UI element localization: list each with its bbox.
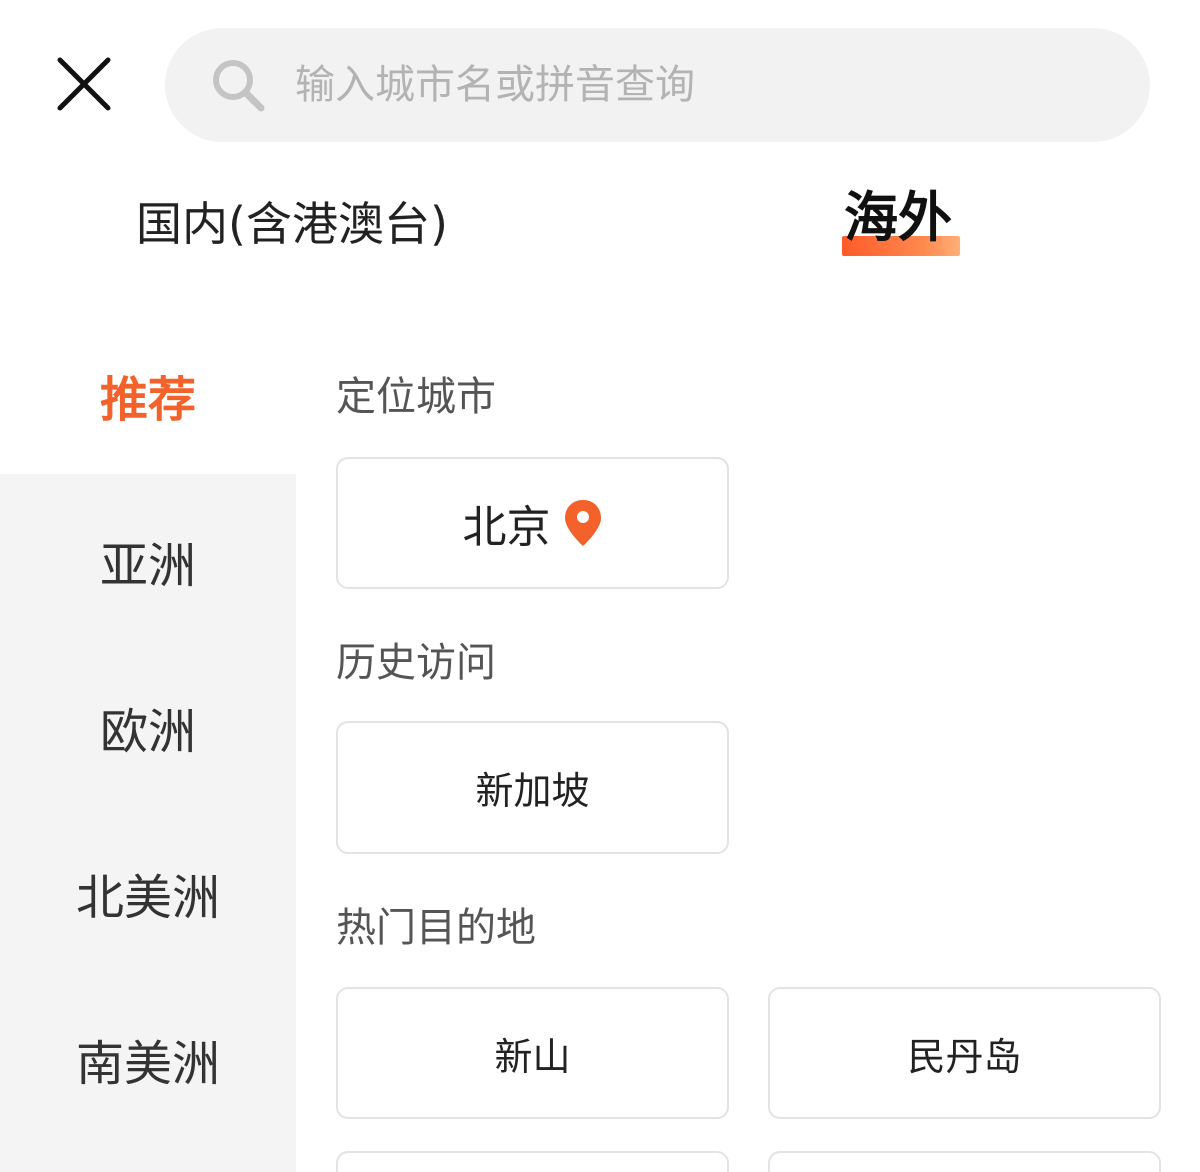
tab-domestic[interactable]: 国内(含港澳台) <box>136 188 448 254</box>
section-title-hot: 热门目的地 <box>336 905 536 951</box>
close-button[interactable] <box>52 52 116 116</box>
city-selector-page: 国内(含港澳台) 海外 推荐 亚洲 欧洲 北美洲 南美洲 定位城市 北京 历史访… <box>0 0 1200 1172</box>
section-title-history: 历史访问 <box>336 640 496 686</box>
hot-city-name: 民丹岛 <box>907 1034 1022 1079</box>
category-europe[interactable]: 欧洲 <box>0 692 296 762</box>
close-icon <box>57 57 111 111</box>
category-asia[interactable]: 亚洲 <box>0 526 296 596</box>
section-title-located: 定位城市 <box>336 374 496 420</box>
tab-overseas[interactable]: 海外 <box>842 186 960 258</box>
located-city-name: 北京 <box>462 502 551 553</box>
search-icon <box>213 60 265 112</box>
located-city-button[interactable]: 北京 <box>336 457 729 589</box>
tab-overseas-label: 海外 <box>844 186 952 249</box>
location-pin-icon <box>564 500 601 546</box>
history-city-button[interactable]: 新加坡 <box>336 721 729 854</box>
hot-city-button-partial[interactable] <box>336 1151 729 1172</box>
category-south-america[interactable]: 南美洲 <box>0 1024 296 1094</box>
search-input[interactable] <box>295 28 1115 142</box>
hot-city-button-partial[interactable] <box>768 1151 1161 1172</box>
category-recommended[interactable]: 推荐 <box>0 360 296 430</box>
search-bar[interactable] <box>165 28 1150 142</box>
hot-city-button[interactable]: 民丹岛 <box>768 987 1161 1119</box>
category-north-america[interactable]: 北美洲 <box>0 858 296 928</box>
hot-city-name: 新山 <box>494 1034 571 1079</box>
history-city-name: 新加坡 <box>475 769 590 813</box>
hot-city-button[interactable]: 新山 <box>336 987 729 1119</box>
